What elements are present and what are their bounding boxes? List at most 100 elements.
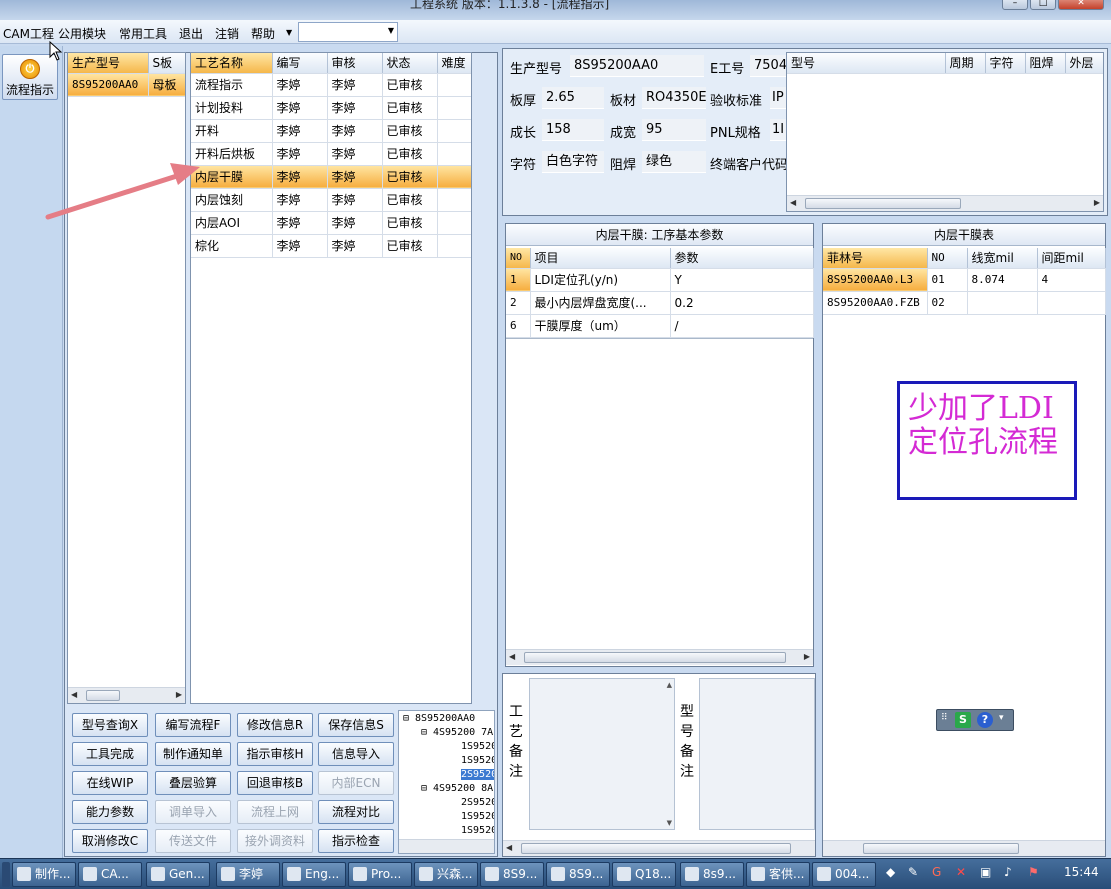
film-header[interactable]: 间距mil <box>1037 248 1106 269</box>
tree-toggle-icon[interactable]: ⊟ <box>421 783 427 794</box>
table-row[interactable]: 2 最小内层焊盘宽度(... 0.2 <box>506 291 814 315</box>
toolbar-combo[interactable]: ▼ <box>298 22 398 42</box>
params-header[interactable]: NO <box>506 248 531 269</box>
film-header[interactable]: 菲林号 <box>823 248 928 269</box>
table-row[interactable]: 内层蚀刻 李婷 李婷 已审核 <box>191 188 471 212</box>
action-button[interactable]: 编写流程F <box>155 713 231 737</box>
model-remark-textarea[interactable] <box>699 678 815 830</box>
taskbar-clock[interactable]: 15:44 <box>1064 865 1099 879</box>
film-header[interactable]: 线宽mil <box>967 248 1038 269</box>
action-button[interactable]: 内部ECN <box>318 771 394 795</box>
tree-hscrollbar[interactable] <box>399 839 494 853</box>
taskbar-task[interactable]: 客供... <box>746 862 810 887</box>
top-right-header[interactable]: 周期 <box>945 53 986 74</box>
thickness-value[interactable]: 2.65 <box>542 87 604 109</box>
scroll-up-icon[interactable]: ▲ <box>667 681 672 689</box>
menu-cam[interactable]: CAM工程 <box>3 25 54 42</box>
action-button[interactable]: 指示审核H <box>237 742 313 766</box>
action-button[interactable]: 能力参数 <box>72 800 148 824</box>
top-right-header[interactable]: 型号 <box>787 53 946 74</box>
menu-common-modules[interactable]: 公用模块 <box>58 25 106 42</box>
scroll-down-icon[interactable]: ▼ <box>667 819 672 827</box>
table-row[interactable]: 8S95200AA0 母板 <box>68 73 185 97</box>
taskbar-task[interactable]: Q18... <box>612 862 676 887</box>
tree-node[interactable]: 2S9520 <box>461 797 494 808</box>
material-value[interactable]: RO4350E <box>642 87 706 109</box>
pnl-value[interactable]: 1I <box>770 119 786 141</box>
table-row[interactable]: 开料 李婷 李婷 已审核 <box>191 119 471 143</box>
process-header[interactable]: 编写 <box>272 53 328 74</box>
table-row[interactable]: 8S95200AA0.L3 01 8.074 4 <box>823 268 1106 292</box>
action-button[interactable]: 型号查询X <box>72 713 148 737</box>
close-button[interactable]: ✕ <box>1058 0 1104 10</box>
action-button[interactable]: 取消修改C <box>72 829 148 853</box>
action-button[interactable]: 信息导入 <box>318 742 394 766</box>
process-header[interactable]: 状态 <box>382 53 438 74</box>
params-hscrollbar[interactable]: ◀ ▶ <box>506 649 813 665</box>
taskbar-task[interactable]: Eng... <box>282 862 346 887</box>
table-row[interactable]: 1 LDI定位孔(y/n) Y <box>506 268 814 292</box>
table-row[interactable]: 内层干膜 李婷 李婷 已审核 <box>191 165 471 189</box>
taskbar-task[interactable]: 李婷 <box>216 862 280 887</box>
mask-value[interactable]: 绿色 <box>642 151 706 173</box>
taskbar-task[interactable]: 8S9... <box>480 862 544 887</box>
taskbar-task[interactable]: 8s9... <box>680 862 744 887</box>
table-row[interactable]: 6 干膜厚度（um） / <box>506 314 814 338</box>
action-button[interactable]: 接外调资料 <box>237 829 313 853</box>
action-button[interactable]: 指示检查 <box>318 829 394 853</box>
top-right-header[interactable]: 字符 <box>985 53 1026 74</box>
params-header[interactable]: 项目 <box>530 248 671 269</box>
top-right-hscrollbar[interactable]: ◀ ▶ <box>787 195 1103 211</box>
menu-logout[interactable]: 注销 <box>215 25 239 42</box>
tree-node[interactable]: 1S9520 <box>461 741 494 752</box>
tray-app-icon[interactable]: ◆ <box>886 865 895 879</box>
taskbar-task[interactable]: 制作... <box>12 862 76 887</box>
process-header[interactable]: 难度 <box>437 53 471 74</box>
table-row[interactable]: 内层AOI 李婷 李婷 已审核 <box>191 211 471 235</box>
action-button[interactable]: 保存信息S <box>318 713 394 737</box>
table-row[interactable]: 计划投料 李婷 李婷 已审核 <box>191 96 471 120</box>
taskbar-task[interactable]: 004... <box>812 862 876 887</box>
maximize-button[interactable]: □ <box>1030 0 1056 10</box>
params-header[interactable]: 参数 <box>670 248 814 269</box>
process-header[interactable]: 审核 <box>327 53 383 74</box>
table-row[interactable]: 开料后烘板 李婷 李婷 已审核 <box>191 142 471 166</box>
tree-node[interactable]: 1S9520 <box>461 811 494 822</box>
tray-x-icon[interactable]: ✕ <box>956 865 966 879</box>
tree-node[interactable]: 2S9520 <box>461 769 494 780</box>
top-right-header[interactable]: 阻焊 <box>1025 53 1066 74</box>
ime-s-icon[interactable]: S <box>955 712 971 728</box>
minimize-button[interactable]: – <box>1002 0 1028 10</box>
tree-node[interactable]: 8S95200AA0 <box>415 713 475 724</box>
action-button[interactable]: 传送文件 <box>155 829 231 853</box>
help-icon[interactable]: ? <box>977 712 993 728</box>
accept-value[interactable]: IP <box>770 87 786 109</box>
model-list-header[interactable]: 生产型号 <box>68 53 149 74</box>
table-row[interactable]: 棕化 李婷 李婷 已审核 <box>191 234 471 258</box>
prod-model-value[interactable]: 8S95200AA0 <box>570 55 704 77</box>
menu-exit[interactable]: 退出 <box>179 25 203 42</box>
process-header[interactable]: 工艺名称 <box>191 53 273 74</box>
model-list-header[interactable]: S板 <box>148 53 185 74</box>
tree-toggle-icon[interactable]: ⊟ <box>403 713 409 724</box>
action-button[interactable]: 在线WIP <box>72 771 148 795</box>
tree-toggle-icon[interactable]: ⊟ <box>421 727 427 738</box>
tree-node[interactable]: 1S9520 <box>461 825 494 836</box>
taskbar-task[interactable]: Pro... <box>348 862 412 887</box>
action-button[interactable]: 流程上网 <box>237 800 313 824</box>
tray-network-icon[interactable]: ▣ <box>980 865 991 879</box>
tray-pen-icon[interactable]: ✎ <box>908 865 918 879</box>
width-value[interactable]: 95 <box>642 119 706 141</box>
taskbar-task[interactable]: 兴森... <box>414 862 478 887</box>
menu-help[interactable]: 帮助 <box>251 25 275 42</box>
action-button[interactable]: 调单导入 <box>155 800 231 824</box>
film-hscrollbar[interactable] <box>823 840 1105 856</box>
remarks-hscrollbar[interactable]: ◀ <box>503 840 815 856</box>
action-button[interactable]: 修改信息R <box>237 713 313 737</box>
length-value[interactable]: 158 <box>542 119 604 141</box>
action-button[interactable]: 流程对比 <box>318 800 394 824</box>
model-list-hscrollbar[interactable]: ◀ ▶ <box>68 687 185 703</box>
top-right-header[interactable]: 外层 <box>1065 53 1103 74</box>
tray-volume-icon[interactable]: ♪ <box>1004 865 1012 879</box>
char-value[interactable]: 白色字符 <box>542 151 604 173</box>
